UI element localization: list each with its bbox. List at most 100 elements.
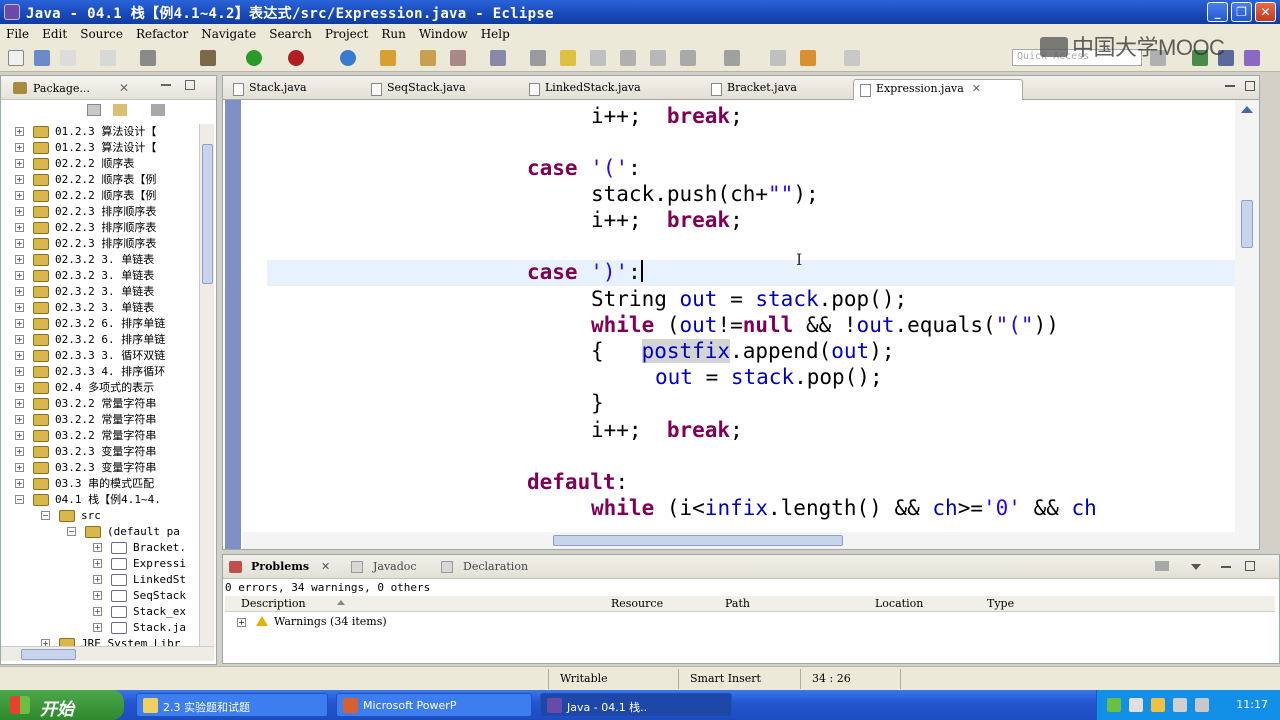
tray-app-icon[interactable] xyxy=(1107,698,1121,712)
tab-javadoc[interactable]: Javadoc xyxy=(373,560,417,573)
view-menu-icon[interactable] xyxy=(1155,561,1169,571)
expand-icon[interactable]: + xyxy=(93,543,102,552)
forward-arrow-icon[interactable] xyxy=(800,50,816,66)
expand-icon[interactable]: + xyxy=(15,463,24,472)
tray-network-icon[interactable] xyxy=(1173,698,1187,712)
paragraph-icon[interactable] xyxy=(620,50,636,66)
tray-security-icon[interactable] xyxy=(1151,698,1165,712)
open-folder-icon[interactable] xyxy=(420,50,436,66)
expand-icon[interactable]: − xyxy=(67,527,76,536)
close-tab-icon[interactable]: ✕ xyxy=(321,560,330,573)
expand-icon[interactable]: + xyxy=(93,575,102,584)
expand-icon[interactable]: + xyxy=(15,191,24,200)
package-explorer-title[interactable]: Package... xyxy=(33,82,90,95)
tree-item[interactable]: +01.2.3 算法设计【 xyxy=(1,124,199,140)
expand-icon[interactable]: + xyxy=(15,351,24,360)
expand-icon[interactable]: + xyxy=(15,159,24,168)
problems-row-warnings[interactable]: + Warnings (34 items) xyxy=(237,615,387,628)
tree-item[interactable]: + Stack.ja xyxy=(1,620,199,636)
expand-icon[interactable]: + xyxy=(93,559,102,568)
tab-linkedstack-java[interactable]: LinkedStack.java xyxy=(523,79,641,100)
expand-icon[interactable]: + xyxy=(15,479,24,488)
tab-seqstack-java[interactable]: SeqStack.java xyxy=(365,79,466,100)
expand-icon[interactable]: + xyxy=(93,591,102,600)
tree-item[interactable]: +02.3.2 3. 单链表 xyxy=(1,284,199,300)
minimize-view-icon[interactable] xyxy=(1221,566,1231,568)
forward-icon[interactable] xyxy=(844,50,860,66)
tree-item[interactable]: +02.3.2 3. 单链表 xyxy=(1,268,199,284)
expand-icon[interactable]: + xyxy=(15,239,24,248)
minimize-button[interactable]: _ xyxy=(1207,2,1228,22)
tree-item[interactable]: + JRE System Libr xyxy=(1,636,199,646)
tree-item[interactable]: − (default pa xyxy=(1,524,199,540)
chevron-down-icon[interactable] xyxy=(1191,564,1201,570)
external-tools-icon[interactable] xyxy=(288,50,304,66)
tree-item[interactable]: +02.3.2 6. 排序单链 xyxy=(1,332,199,348)
editor-vscrollbar[interactable] xyxy=(1235,100,1259,532)
menu-source[interactable]: Source xyxy=(80,24,130,44)
back-icon[interactable] xyxy=(770,50,786,66)
scroll-thumb[interactable] xyxy=(553,535,843,546)
close-tab-icon[interactable]: ✕ xyxy=(972,82,981,95)
volume-icon[interactable] xyxy=(1195,698,1209,712)
expand-icon[interactable]: + xyxy=(15,255,24,264)
tree-item[interactable]: + SeqStack xyxy=(1,588,199,604)
save-all-icon[interactable] xyxy=(60,50,76,66)
tree-item[interactable]: +02.2.2 顺序表【例 xyxy=(1,172,199,188)
package-tree-hscrollbar[interactable] xyxy=(1,646,214,661)
expand-icon[interactable]: + xyxy=(15,175,24,184)
view-menu-icon[interactable] xyxy=(151,104,165,116)
column-path[interactable]: Path xyxy=(725,597,750,610)
tree-item[interactable]: +03.3 串的模式匹配 xyxy=(1,476,199,492)
annotation-icon[interactable] xyxy=(650,50,666,66)
highlight-icon[interactable] xyxy=(560,50,576,66)
tree-item[interactable]: +01.2.3 算法设计【 xyxy=(1,140,199,156)
scroll-thumb[interactable] xyxy=(1241,200,1253,248)
expand-icon[interactable]: + xyxy=(15,207,24,216)
print-icon[interactable] xyxy=(100,50,116,66)
expand-icon[interactable]: + xyxy=(15,447,24,456)
minimize-editor-icon[interactable] xyxy=(1225,85,1235,87)
tab-declaration[interactable]: Declaration xyxy=(463,560,528,573)
expand-icon[interactable]: + xyxy=(15,383,24,392)
maximize-button[interactable]: ❐ xyxy=(1231,2,1252,22)
menu-project[interactable]: Project xyxy=(325,24,375,44)
expand-icon[interactable]: + xyxy=(15,271,24,280)
last-edit-icon[interactable] xyxy=(724,50,740,66)
editor-hscrollbar[interactable] xyxy=(243,532,1259,549)
expand-icon[interactable]: + xyxy=(41,639,50,646)
tree-item[interactable]: +03.2.2 常量字符串 xyxy=(1,396,199,412)
run-icon[interactable] xyxy=(246,50,262,66)
package-tree-vscrollbar[interactable] xyxy=(199,124,214,646)
tab-bracket-java[interactable]: Bracket.java xyxy=(705,79,797,100)
expand-icon[interactable]: + xyxy=(93,623,102,632)
maximize-editor-icon[interactable] xyxy=(1245,81,1255,91)
tree-item[interactable]: +02.3.3 4. 排序循环 xyxy=(1,364,199,380)
expand-icon[interactable]: − xyxy=(15,495,24,504)
close-button[interactable]: ✕ xyxy=(1255,2,1276,22)
menu-search[interactable]: Search xyxy=(269,24,319,44)
tree-item[interactable]: +03.2.3 变量字符串 xyxy=(1,444,199,460)
debug-icon[interactable] xyxy=(200,50,216,66)
next-annotation-icon[interactable] xyxy=(680,50,696,66)
expand-icon[interactable]: + xyxy=(15,127,24,136)
tree-item[interactable]: +02.3.2 3. 单链表 xyxy=(1,300,199,316)
expand-icon[interactable]: + xyxy=(15,399,24,408)
tree-item[interactable]: − 04.1 栈【例4.1~4. xyxy=(1,492,199,508)
tree-item[interactable]: +02.2.3 排序顺序表 xyxy=(1,204,199,220)
minimize-view-icon[interactable] xyxy=(161,84,171,86)
tree-item[interactable]: + Expressi xyxy=(1,556,199,572)
expand-icon[interactable]: + xyxy=(15,431,24,440)
menu-refactor[interactable]: Refactor xyxy=(136,24,195,44)
maximize-view-icon[interactable] xyxy=(1245,561,1255,571)
menu-navigate[interactable]: Navigate xyxy=(201,24,263,44)
column-type[interactable]: Type xyxy=(987,597,1014,610)
task-folder[interactable]: 2.3 实验题和试题 xyxy=(136,693,328,717)
expand-icon[interactable]: + xyxy=(15,287,24,296)
expand-icon[interactable]: + xyxy=(15,223,24,232)
expand-icon[interactable]: + xyxy=(15,367,24,376)
tree-item[interactable]: +03.2.2 常量字符串 xyxy=(1,428,199,444)
tree-item[interactable]: +02.2.3 排序顺序表 xyxy=(1,236,199,252)
expand-icon[interactable]: + xyxy=(15,319,24,328)
menu-file[interactable]: File xyxy=(6,24,36,44)
